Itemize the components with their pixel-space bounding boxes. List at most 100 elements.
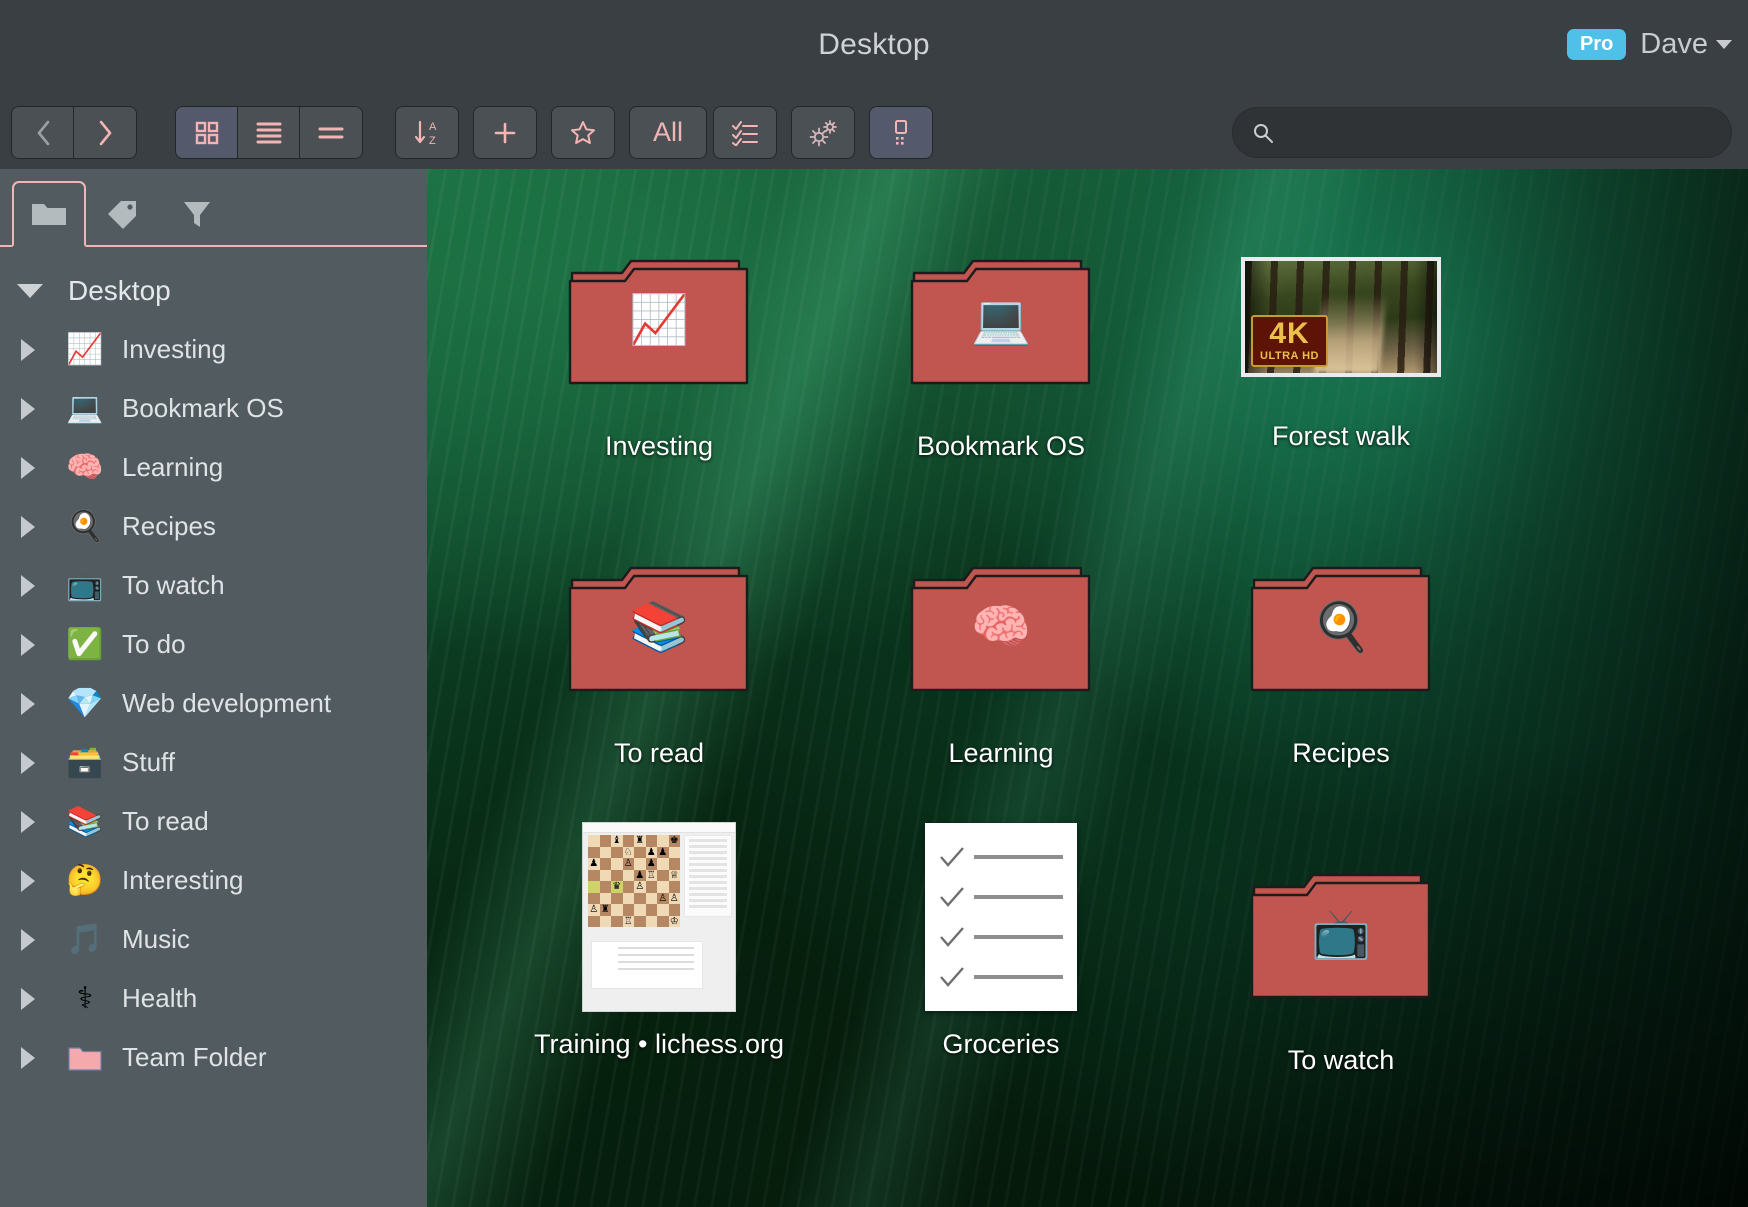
disclosure-triangle[interactable] [8, 810, 48, 833]
plus-icon [494, 122, 516, 143]
select-mode-button[interactable] [870, 107, 932, 158]
desktop-item-investing[interactable]: 📈 Investing [509, 227, 809, 462]
sidebar-item-to-read[interactable]: 📚 To read [0, 792, 427, 851]
recipes-icon: 🍳 [66, 509, 104, 543]
sidebar-item-label: Web development [122, 688, 332, 718]
sidebar-item-bookmark-os[interactable]: 💻 Bookmark OS [0, 379, 427, 438]
disclosure-triangle[interactable] [8, 869, 48, 892]
chess-board: ♝ ♜ ♚ ♘ ♟ ♟ ♟ ♙ ♟ ♟ ♖ ♕ ♛ ♙ ♙ ♙ ♙ ♜ ♖ ♔ [588, 835, 680, 927]
sidebar-item-stuff[interactable]: 🗃️ Stuff [0, 733, 427, 792]
tree-root-label: Desktop [68, 274, 171, 306]
groceries-checklist [925, 823, 1077, 1011]
forward-button[interactable] [74, 107, 136, 158]
folder-tree: Desktop 📈 Investing 💻 Bookmark OS 🧠 Lear… [0, 247, 427, 1087]
desktop-item-recipes[interactable]: 🍳 Recipes [1191, 534, 1491, 769]
folder-thumbnail: 📺 [1249, 841, 1433, 1031]
to-read-icon: 📚 [66, 804, 104, 838]
bookmark-os-icon: 💻 [66, 391, 104, 425]
desktop-item-groceries[interactable]: Groceries [851, 819, 1151, 1060]
sidebar-item-web-development[interactable]: 💎 Web development [0, 674, 427, 733]
chevron-left-icon [37, 120, 49, 145]
sidebar-item-recipes[interactable]: 🍳 Recipes [0, 497, 427, 556]
desktop-item-label: To read [613, 738, 705, 768]
chevron-right-icon [99, 120, 112, 145]
checklist-icon [732, 120, 758, 146]
desktop-item-to-watch[interactable]: 📺 To watch [1191, 841, 1491, 1076]
folder-thumbnail: 💻 [909, 227, 1093, 417]
disclosure-triangle[interactable] [8, 751, 48, 774]
lichess-screenshot: ♝ ♜ ♚ ♘ ♟ ♟ ♟ ♙ ♟ ♟ ♖ ♕ ♛ ♙ ♙ ♙ ♙ ♜ ♖ ♔ [582, 822, 736, 1012]
search-input[interactable] [1274, 121, 1732, 144]
sidebar-tab-folders[interactable] [12, 181, 86, 247]
sidebar-tab-filters[interactable] [160, 181, 234, 247]
desktop-item-training-lichess[interactable]: ♝♜♚ ♘♟♟ ♟♙♟ ♟♖♕ ♛♙ ♙♙ ♙♜ ♖♔ [509, 819, 809, 1060]
search-icon [1254, 123, 1273, 143]
desktop-item-bookmark-os[interactable]: 💻 Bookmark OS [851, 227, 1151, 462]
disclosure-triangle[interactable] [8, 397, 48, 420]
check-icon [940, 927, 964, 947]
sidebar-item-to-do[interactable]: ✅ To do [0, 615, 427, 674]
sidebar-item-music[interactable]: 🎵 Music [0, 910, 427, 969]
disclosure-triangle[interactable] [8, 338, 48, 361]
disclosure-triangle[interactable] [8, 283, 52, 298]
sidebar-item-team-folder[interactable]: Team Folder [0, 1028, 427, 1087]
folder-icon: 📺 [1249, 867, 1433, 1005]
analysis-card [591, 941, 703, 989]
sidebar-item-investing[interactable]: 📈 Investing [0, 320, 427, 379]
sidebar-item-to-watch[interactable]: 📺 To watch [0, 556, 427, 615]
list-view-button[interactable] [238, 107, 300, 158]
add-button[interactable] [474, 107, 536, 158]
desktop-item-forest-walk[interactable]: 4K ULTRA HD Forest walk [1191, 227, 1491, 452]
desktop-item-learning[interactable]: 🧠 Learning [851, 534, 1151, 769]
all-filter-button[interactable]: All [630, 107, 706, 158]
disclosure-triangle[interactable] [8, 1046, 48, 1069]
grid-icon [195, 121, 218, 144]
sidebar-item-label: Stuff [122, 747, 176, 777]
to-do-icon: ✅ [66, 627, 104, 661]
user-menu[interactable]: Pro Dave [1566, 28, 1732, 61]
desktop-item-to-read[interactable]: 📚 To read [509, 534, 809, 769]
sidebar-item-label: Investing [122, 334, 227, 364]
star-icon [571, 120, 595, 144]
4k-badge-line2: ULTRA HD [1260, 350, 1319, 362]
checklist-button[interactable] [714, 107, 776, 158]
desktop-item-label: Forest walk [1271, 421, 1411, 451]
investing-icon: 📈 [66, 332, 104, 366]
team-folder-icon [66, 1039, 104, 1077]
desktop-item-label: Groceries [942, 1029, 1060, 1059]
sidebar-tab-tags[interactable] [86, 181, 160, 247]
disclosure-triangle[interactable] [8, 456, 48, 479]
checklist-row [939, 886, 1063, 908]
desktop-area[interactable]: 📈 Investing 💻 Bookmark OS 4K ULTRA HD Fo… [427, 169, 1748, 1207]
svg-text:A: A [429, 121, 437, 133]
disclosure-triangle[interactable] [8, 692, 48, 715]
disclosure-triangle[interactable] [8, 633, 48, 656]
desktop-item-label: Bookmark OS [916, 431, 1086, 461]
checklist-line [974, 975, 1063, 979]
sort-button[interactable]: A Z [396, 107, 458, 158]
tree-root-desktop[interactable]: Desktop [0, 261, 427, 320]
folder-thumbnail: 📈 [567, 227, 751, 417]
grid-view-button[interactable] [176, 107, 238, 158]
sidebar-item-interesting[interactable]: 🤔 Interesting [0, 851, 427, 910]
sidebar-item-label: Team Folder [122, 1042, 267, 1072]
compact-view-button[interactable] [300, 107, 362, 158]
folder-icon: 🧠 [909, 560, 1093, 698]
search-bar[interactable] [1232, 107, 1732, 158]
sidebar-item-label: Bookmark OS [122, 393, 284, 423]
check-icon [940, 887, 964, 907]
back-button[interactable] [12, 107, 74, 158]
user-name: Dave [1640, 28, 1708, 60]
settings-button[interactable] [792, 107, 854, 158]
checklist-line [974, 855, 1063, 859]
disclosure-triangle[interactable] [8, 574, 48, 597]
sidebar-item-health[interactable]: ⚕ Health [0, 969, 427, 1028]
sidebar-tabs [0, 169, 427, 247]
favorites-button[interactable] [552, 107, 614, 158]
disclosure-triangle[interactable] [8, 515, 48, 538]
sidebar-item-learning[interactable]: 🧠 Learning [0, 438, 427, 497]
disclosure-triangle[interactable] [8, 987, 48, 1010]
disclosure-triangle[interactable] [8, 928, 48, 951]
interesting-icon: 🤔 [66, 863, 104, 897]
folder-thumbnail: 📚 [567, 534, 751, 724]
